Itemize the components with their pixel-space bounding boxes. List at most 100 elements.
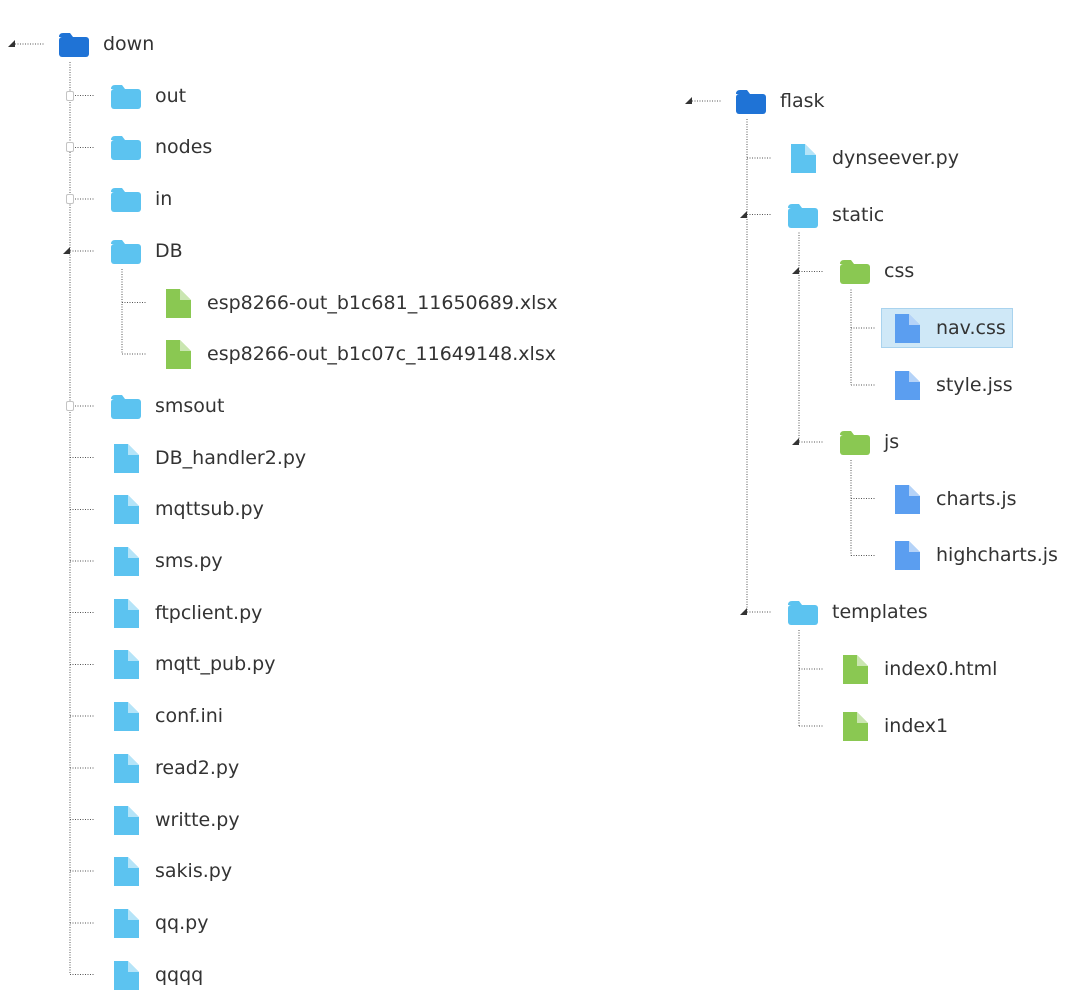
tree-folder-db[interactable]: DB [109,231,183,271]
folder-icon [111,394,141,419]
tree-item-label: charts.js [936,487,1017,510]
tree-item-label: sms.py [155,550,223,572]
tree-item-label: qqqq [155,963,204,986]
collapse-toggle-icon[interactable] [66,90,74,101]
tree-item-label: out [155,84,187,107]
tree-file-index0-html[interactable]: index0.html [838,649,997,689]
tree-folder-smsout[interactable]: smsout [109,386,224,426]
tree-item-label: mqtt_pub.py [155,653,276,676]
tree-file-mqtt-pub-py[interactable]: mqtt_pub.py [109,644,275,684]
tree-item-label: down [103,33,155,55]
tree-item-label: nodes [155,136,213,159]
tree-file-qq-py[interactable]: qq.py [109,903,208,943]
file-blue-icon [895,484,920,514]
file-icon [114,753,139,783]
tree-item-label: in [155,188,173,211]
tree-item-label: templates [832,601,928,624]
collapse-toggle-icon[interactable] [66,142,74,153]
folder-icon [111,239,141,264]
tree-item-label: esp8266-out_b1c681_11650689.xlsx [207,291,558,314]
tree-item-label: nav.css [936,317,1006,340]
tree-file-ftpclient-py[interactable]: ftpclient.py [109,593,262,633]
tree-file-sakis-py[interactable]: sakis.py [109,851,232,891]
tree-item-label: index0.html [884,658,998,680]
tree-file-mqttsub-py[interactable]: mqttsub.py [109,489,264,529]
tree-item-label: style.jss [936,374,1013,396]
file-icon [114,960,139,990]
tree-item-label: index1 [884,714,949,737]
file-green-icon [166,288,191,318]
tree-folder-css[interactable]: css [838,251,914,291]
tree-folder-js[interactable]: js [838,422,899,462]
tree-item-label: sakis.py [155,860,233,883]
file-icon [114,598,139,628]
file-icon [791,143,816,173]
tree-file-conf-ini[interactable]: conf.ini [109,696,223,736]
file-icon [114,495,139,525]
tree-item-label: highcharts.js [936,544,1058,567]
file-green-icon [166,340,191,370]
tree-item-label: qq.py [155,911,209,934]
tree-item-label: DB [155,239,183,262]
tree-item-label: read2.py [155,756,240,779]
tree-file-charts-js[interactable]: charts.js [890,479,1017,519]
tree-file-sms-py[interactable]: sms.py [109,541,223,581]
expand-toggle-icon[interactable] [740,608,747,616]
tree-folder-in[interactable]: in [109,179,172,219]
tree-file-esp8266-out-b1c681-11650689-xlsx[interactable]: esp8266-out_b1c681_11650689.xlsx [161,283,558,323]
tree-folder-nodes[interactable]: nodes [109,127,212,167]
tree-file-db-handler2-py[interactable]: DB_handler2.py [109,438,306,478]
tree-item-label: dynseever.py [832,146,959,169]
file-blue-icon [895,371,920,400]
folder-icon [788,601,818,626]
tree-folder-flask[interactable]: flask [734,81,825,121]
folder-icon [111,136,141,161]
expand-toggle-icon[interactable] [792,267,799,275]
folder-green-icon [840,260,870,285]
tree-file-index1[interactable]: index1 [838,706,948,746]
tree-item-label: js [884,430,900,453]
folder-root-icon [736,90,766,114]
tree-item-label: conf.ini [155,705,224,728]
tree-item-label: ftpclient.py [155,601,263,624]
file-icon [114,805,139,835]
collapse-toggle-icon[interactable] [66,400,74,411]
tree-file-esp8266-out-b1c07c-11649148-xlsx[interactable]: esp8266-out_b1c07c_11649148.xlsx [161,334,556,374]
tree-folder-out[interactable]: out [109,76,186,116]
file-icon [114,857,139,887]
tree-file-qqqq[interactable]: qqqq [109,955,203,995]
expand-toggle-icon[interactable] [685,97,692,104]
tree-file-highcharts-js[interactable]: highcharts.js [890,535,1058,575]
folder-green-icon [840,430,870,455]
file-green-icon [843,655,868,684]
tree-folder-down[interactable]: down [57,24,154,64]
tree-item-label: writte.py [155,808,240,831]
expand-toggle-icon[interactable] [792,437,799,445]
tree-item-label: DB_handler2.py [155,446,307,469]
tree-item-label: esp8266-out_b1c07c_11649148.xlsx [207,343,556,366]
file-icon [114,443,139,473]
expand-toggle-icon[interactable] [740,210,747,218]
expand-toggle-icon[interactable] [8,40,15,47]
folder-icon [111,84,141,109]
tree-folder-templates[interactable]: templates [786,592,928,632]
file-icon [114,547,139,576]
collapse-toggle-icon[interactable] [66,194,74,205]
folder-root-icon [59,33,89,57]
file-blue-icon [895,541,920,571]
expand-toggle-icon[interactable] [63,246,70,254]
file-blue-icon [895,314,920,344]
file-green-icon [843,711,868,741]
tree-folder-static[interactable]: static [786,195,884,235]
tree-item-label: smsout [155,394,225,417]
tree-item-label: css [884,260,915,283]
tree-file-read2-py[interactable]: read2.py [109,748,239,788]
tree-file-dynseever-py[interactable]: dynseever.py [786,138,959,178]
tree-item-label: mqttsub.py [155,498,264,521]
folder-icon [111,188,141,213]
tree-file-style-jss[interactable]: style.jss [890,365,1013,405]
tree-file-writte-py[interactable]: writte.py [109,800,240,840]
folder-icon [788,203,818,228]
tree-file-nav-css[interactable]: nav.css [881,308,1013,349]
tree-item-label: flask [780,90,825,112]
